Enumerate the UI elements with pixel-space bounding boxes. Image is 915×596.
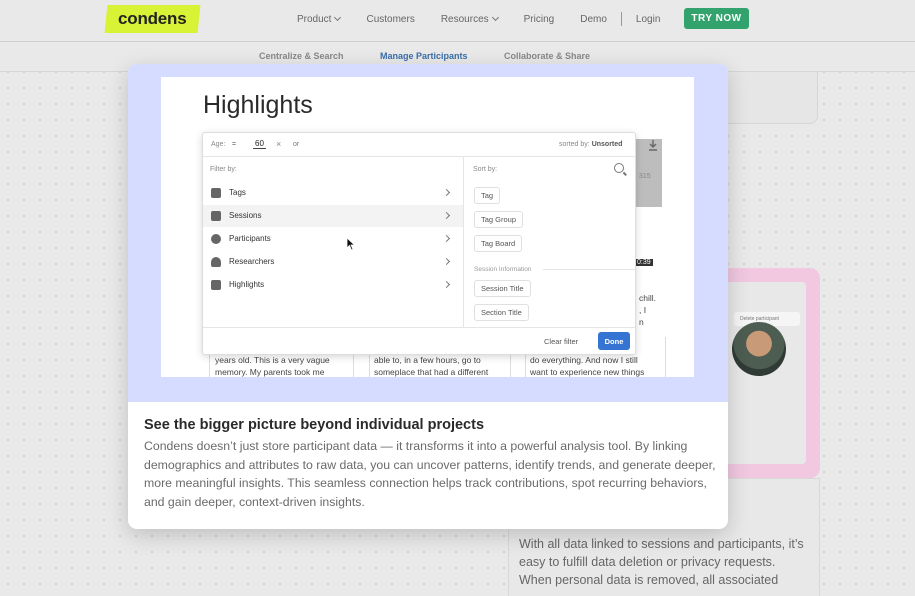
nav-demo-label: Demo — [580, 13, 607, 25]
sort-option-tag-group[interactable]: Tag Group — [474, 211, 524, 228]
snippet-line: able to, in a few hours, go to — [374, 355, 481, 365]
close-icon[interactable]: × — [276, 139, 281, 149]
column-divider — [665, 337, 666, 377]
snippet-line: chill. — [639, 293, 657, 303]
modal-heading: See the bigger picture beyond individual… — [144, 417, 485, 433]
section-divider — [543, 269, 635, 270]
highlight-snippet-3: do everything. And now I still want to e… — [530, 354, 644, 377]
sort-prefix: sorted by: — [559, 141, 590, 148]
filter-by-label: Filter by: — [210, 166, 237, 173]
highlight-icon — [211, 280, 221, 290]
chevron-right-icon — [442, 257, 451, 266]
nav-resources[interactable]: Resources — [440, 13, 499, 25]
snippet-line: want to experience new things — [530, 367, 645, 377]
nav-login-label: Login — [635, 13, 661, 25]
snippet-line: someplace that had a different — [374, 367, 489, 377]
highlight-snippet-2: able to, in a few hours, go to someplace… — [374, 354, 488, 377]
panel-footer-divider — [203, 327, 635, 328]
subnav-manage-participants[interactable]: Manage Participants — [380, 51, 468, 61]
mouse-cursor-icon — [346, 237, 356, 251]
subnav-collaborate-share[interactable]: Collaborate & Share — [504, 51, 590, 61]
nav-pricing[interactable]: Pricing — [524, 14, 555, 25]
chevron-down-icon — [334, 13, 342, 22]
modal-body-text: Condens doesn’t just store participant d… — [144, 439, 716, 509]
filter-bar: Age: = 60 × or sorted by: Unsorted — [203, 133, 635, 157]
nav-divider — [620, 12, 622, 26]
chevron-right-icon — [442, 280, 451, 289]
video-timestamp: 0:39 — [635, 259, 653, 266]
highlight-snippet-1: years old. This is a very vague memory. … — [215, 354, 330, 377]
snippet-line: memory. My parents took me — [215, 367, 325, 377]
panel-divider — [463, 157, 464, 327]
filter-item-label: Tags — [229, 188, 246, 197]
top-navigation: condens Product Customers Resources Pric… — [0, 0, 915, 42]
filter-operator[interactable]: = — [232, 141, 236, 148]
highlights-screenshot: Highlights 0:39 315 years old. This is a… — [161, 77, 694, 377]
sort-status[interactable]: sorted by: Unsorted — [559, 141, 622, 148]
participant-avatar — [732, 322, 786, 376]
download-icon[interactable] — [648, 139, 658, 151]
nav-login[interactable]: Login — [636, 14, 660, 25]
sort-value: Unsorted — [591, 141, 623, 148]
nav-demo[interactable]: Demo — [580, 14, 607, 25]
chevron-right-icon — [442, 234, 451, 243]
try-now-button[interactable]: TRY NOW — [684, 8, 749, 29]
participants-icon — [211, 234, 221, 244]
nav-links: Product Customers Resources Pricing Demo… — [297, 12, 686, 26]
snippet-line: , I — [639, 305, 647, 315]
nav-product[interactable]: Product — [297, 13, 342, 25]
filter-field[interactable]: Age: — [211, 141, 225, 148]
done-button[interactable]: Done — [598, 332, 630, 350]
nav-customers[interactable]: Customers — [366, 14, 414, 25]
highlight-snippet-4: chill. , I n — [639, 292, 656, 328]
filter-item-label: Sessions — [229, 211, 262, 220]
condens-logo[interactable]: condens — [104, 5, 201, 33]
filter-item-tags[interactable]: Tags — [203, 182, 463, 204]
nav-pricing-label: Pricing — [523, 13, 555, 25]
filter-item-sessions[interactable]: Sessions — [203, 205, 463, 227]
filter-item-highlights[interactable]: Highlights — [203, 274, 463, 296]
filter-joiner[interactable]: or — [293, 141, 299, 148]
nav-resources-label: Resources — [440, 13, 489, 25]
filter-item-participants[interactable]: Participants — [203, 228, 463, 250]
subnav-centralize-search[interactable]: Centralize & Search — [259, 51, 344, 61]
sort-option-tag[interactable]: Tag — [474, 187, 501, 204]
logo-text: condens — [118, 9, 187, 28]
snippet-line: years old. This is a very vague — [215, 355, 330, 365]
privacy-description: With all data linked to sessions and par… — [519, 537, 804, 587]
snippet-line: do everything. And now I still — [530, 355, 638, 365]
researcher-icon — [211, 257, 221, 267]
nav-customers-label: Customers — [366, 13, 415, 25]
highlights-title: Highlights — [203, 91, 313, 119]
chevron-right-icon — [442, 211, 451, 220]
search-icon[interactable] — [614, 163, 624, 173]
filter-item-label: Highlights — [229, 280, 265, 289]
sort-option-tag-board[interactable]: Tag Board — [474, 235, 523, 252]
filter-item-label: Participants — [229, 234, 271, 243]
sessions-icon — [211, 211, 221, 221]
snippet-line: n — [639, 317, 644, 327]
sort-by-label: Sort by: — [473, 166, 498, 173]
nav-product-label: Product — [297, 13, 332, 25]
feature-modal: Highlights 0:39 315 years old. This is a… — [128, 64, 728, 529]
section-info-label: Session Information — [474, 266, 532, 273]
sort-option-section-title[interactable]: Section Title — [474, 304, 529, 321]
sort-option-session-title[interactable]: Session Title — [474, 280, 531, 297]
filter-value-input[interactable]: 60 — [253, 139, 266, 149]
chevron-down-icon — [491, 13, 499, 22]
clear-filter-button[interactable]: Clear filter — [544, 337, 578, 346]
highlight-count: 315 — [639, 173, 651, 180]
modal-media: Highlights 0:39 315 years old. This is a… — [128, 64, 728, 402]
chevron-right-icon — [442, 188, 451, 197]
filter-item-researchers[interactable]: Researchers — [203, 251, 463, 273]
filter-item-label: Researchers — [229, 257, 275, 266]
filter-panel: Age: = 60 × or sorted by: Unsorted Filte… — [202, 132, 636, 355]
tag-icon — [211, 188, 221, 198]
